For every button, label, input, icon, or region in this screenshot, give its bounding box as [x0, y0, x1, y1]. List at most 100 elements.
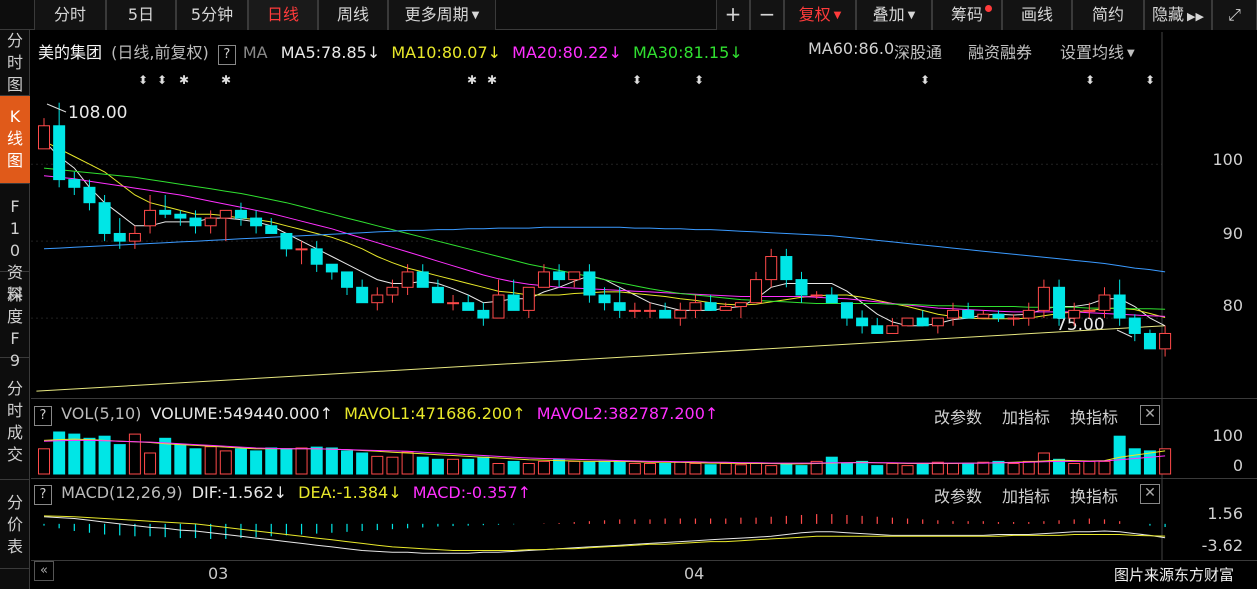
candle-body: [1098, 294, 1111, 311]
volume-bar: [477, 456, 490, 475]
volume-bar: [1113, 435, 1126, 475]
volume-bar: [447, 458, 460, 475]
event-marker-icon: ✱: [179, 73, 189, 87]
event-marker-icon: ⬍: [1145, 73, 1155, 87]
candle-body: [1128, 317, 1141, 334]
candle-body: [507, 294, 520, 311]
arrow-icon: [46, 103, 67, 113]
candle-body: [598, 294, 611, 304]
volume-bar: [825, 456, 838, 475]
event-marker-icon: ⬍: [1085, 73, 1095, 87]
candle-body: [295, 248, 308, 251]
event-marker-icon: ⬍: [138, 73, 148, 87]
candle-body: [341, 271, 353, 288]
volume-bar: [53, 431, 66, 475]
candle-body: [871, 325, 884, 334]
volume-bar: [174, 444, 187, 475]
volume-bar: [674, 461, 687, 475]
volume-bar: [750, 463, 763, 475]
kline-chart[interactable]: ⬍ ⬍ ✱ ✱ ✱ ✱ ⬍ ⬍ ⬍ ⬍ ⬍: [0, 0, 1257, 589]
volume-bar: [1128, 448, 1141, 475]
candle-body: [280, 232, 293, 250]
volume-bar: [310, 446, 323, 475]
candle-body: [144, 209, 157, 227]
volume-bar: [144, 452, 157, 475]
event-marker-icon: ✱: [487, 73, 497, 87]
volume-bar: [371, 455, 384, 475]
event-marker-icon: ⬍: [920, 73, 930, 87]
candle-body: [1053, 286, 1066, 319]
candle-body: [1159, 332, 1172, 350]
volume-bar: [431, 458, 444, 475]
volume-bar: [250, 450, 263, 475]
volume-bar: [128, 433, 141, 475]
candle-body: [689, 302, 702, 311]
volume-bar: [568, 460, 581, 475]
volume-bar: [583, 461, 596, 475]
candle-body: [128, 232, 141, 242]
volume-bar: [977, 461, 990, 475]
volume-bar: [704, 464, 717, 475]
volume-bar: [734, 464, 747, 475]
volume-bar: [1098, 460, 1111, 475]
volume-bar: [765, 465, 778, 475]
event-marker-icon: ⬍: [632, 73, 642, 87]
volume-bar: [780, 463, 793, 475]
candle-body: [356, 286, 369, 304]
volume-bar: [204, 446, 217, 475]
volume-bar: [113, 444, 126, 475]
candle-body: [659, 309, 672, 319]
candle-body: [644, 309, 656, 312]
volume-bar: [1037, 452, 1050, 475]
volume-bar: [1022, 460, 1035, 475]
candle-body: [189, 217, 202, 227]
volume-bar: [537, 460, 550, 475]
volume-bar: [931, 461, 944, 475]
candle-body: [447, 302, 460, 305]
volume-bar: [325, 447, 338, 475]
candle-body: [250, 217, 263, 227]
candle-body: [234, 209, 247, 219]
candle-body: [856, 317, 869, 327]
candle-body: [1037, 286, 1050, 311]
candle-body: [613, 302, 626, 311]
candle-body: [522, 286, 535, 311]
candle-body: [1083, 309, 1096, 312]
candle-body: [98, 202, 111, 234]
volume-bar: [871, 465, 884, 475]
volume-bar: [856, 460, 869, 475]
volume-bar: [628, 463, 641, 475]
volume-bar: [356, 452, 369, 475]
volume-bar: [295, 447, 308, 475]
candle-body: [719, 306, 732, 311]
ma60-line: [43, 226, 1166, 273]
candle-body: [386, 286, 399, 296]
volume-bar: [886, 463, 899, 475]
candle-body: [916, 317, 929, 327]
volume-bar: [386, 456, 399, 475]
volume-bar: [38, 448, 50, 475]
volume-bar: [947, 463, 959, 475]
candle-body: [795, 279, 808, 296]
volume-bar: [234, 448, 247, 475]
candle-body: [810, 294, 823, 297]
candle-body: [83, 186, 96, 204]
candle-body: [431, 286, 444, 304]
candle-body: [628, 309, 641, 312]
candle-body: [886, 325, 899, 334]
candle-body: [901, 317, 914, 327]
volume-bar: [401, 451, 414, 475]
volume-bar: [901, 465, 914, 475]
candle-body: [780, 256, 793, 281]
candle-body: [568, 271, 581, 281]
volume-bar: [1143, 450, 1156, 475]
volume-bar: [1083, 460, 1096, 475]
candle-body: [931, 317, 944, 327]
volume-bar: [962, 463, 975, 475]
candle-body: [68, 179, 81, 188]
candle-body: [840, 302, 853, 319]
event-marker-icon: ⬍: [694, 73, 704, 87]
candle-body: [310, 248, 323, 265]
candle-body: [1068, 309, 1081, 319]
volume-bar: [1007, 463, 1020, 475]
